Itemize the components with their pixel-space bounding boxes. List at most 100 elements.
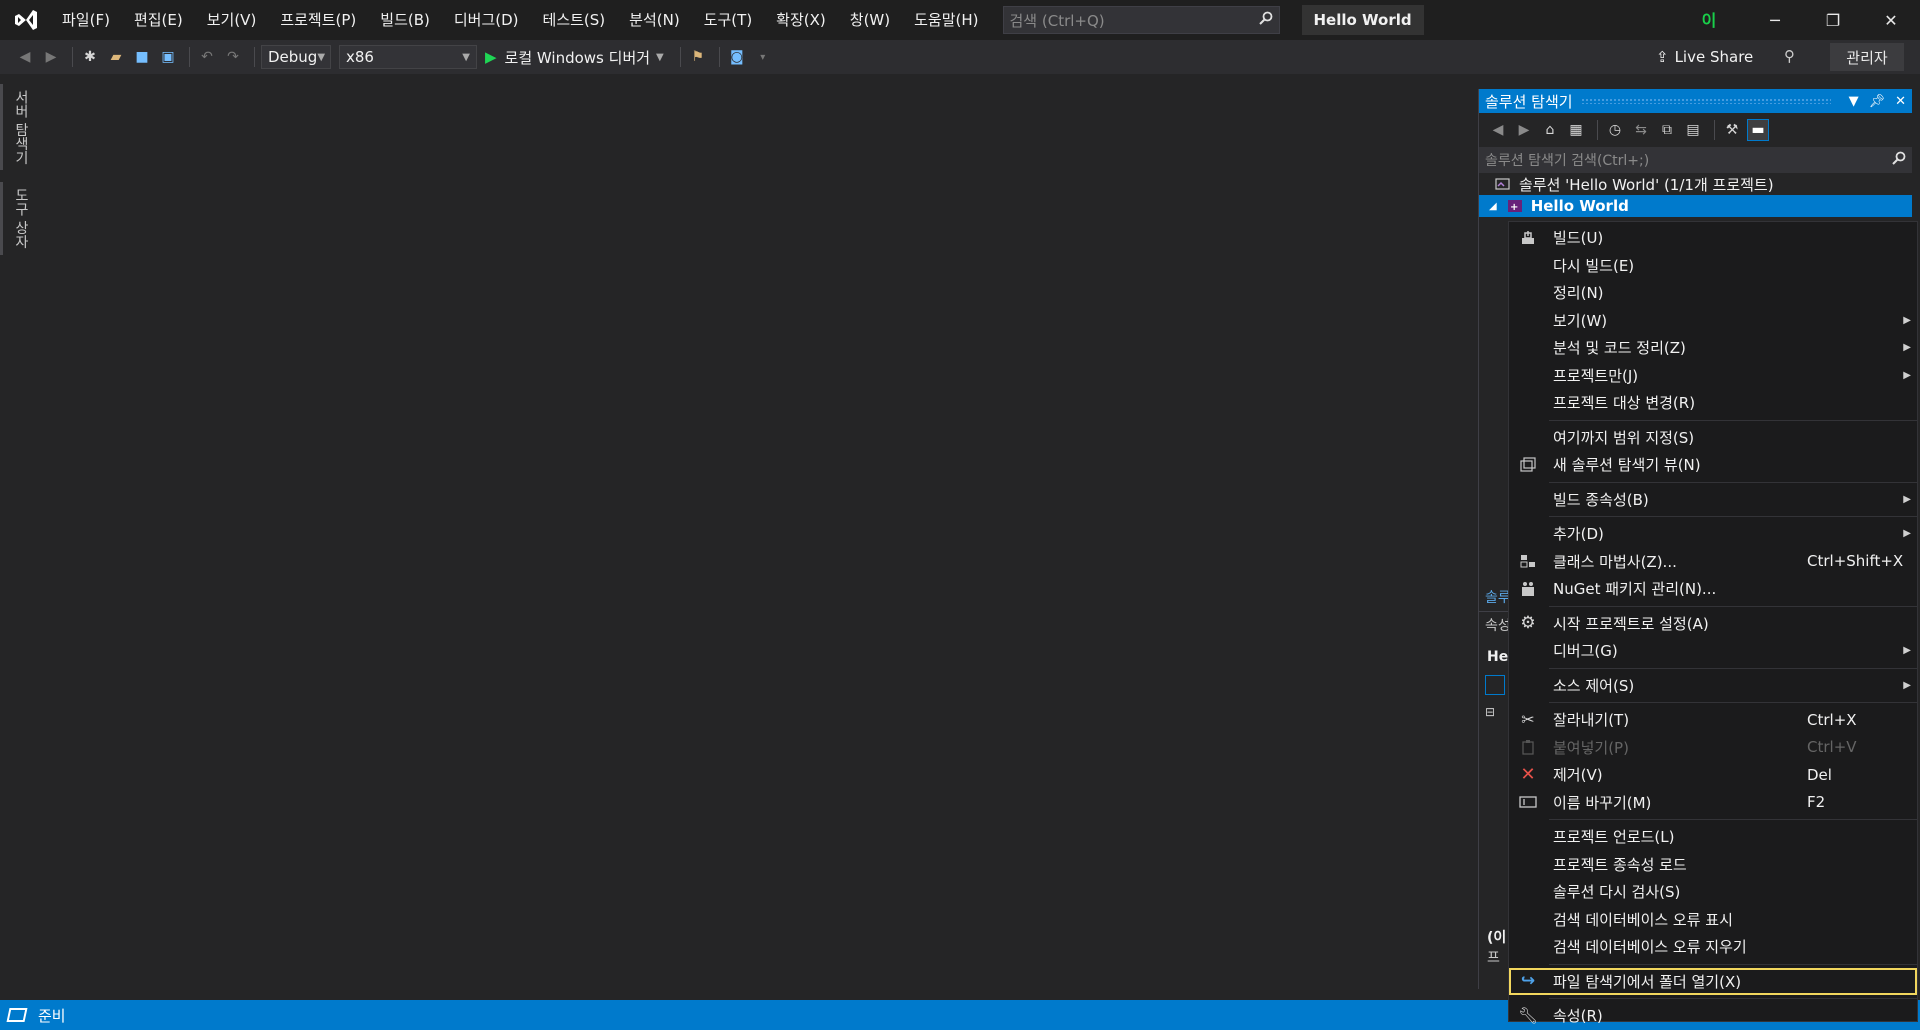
project-label: Hello World [1530,197,1629,215]
context-menu-item-22[interactable]: 솔루션 다시 검사(S) [1509,878,1917,906]
save-icon[interactable]: ■ [131,46,153,68]
context-menu-label: 프로젝트 종속성 로드 [1553,855,1687,874]
menu-item-7[interactable]: 분석(N) [617,0,692,40]
menu-item-4[interactable]: 빌드(B) [368,0,442,40]
back-icon[interactable]: ◀ [1487,119,1509,141]
collapse-all-icon[interactable]: ⧉ [1656,119,1678,141]
solution-explorer-tab-fragment[interactable]: 솔루 [1485,587,1511,607]
menu-item-2[interactable]: 보기(V) [195,0,269,40]
context-menu-label: 검색 데이터베이스 오류 표시 [1553,910,1733,929]
context-menu-item-23[interactable]: 검색 데이터베이스 오류 표시 [1509,906,1917,934]
context-menu-label: 파일 탐색기에서 폴더 열기(X) [1553,972,1742,991]
context-menu-label: 정리(N) [1553,284,1604,303]
context-menu-item-21[interactable]: 프로젝트 종속성 로드 [1509,851,1917,879]
menu-item-5[interactable]: 디버그(D) [442,0,531,40]
header-grip [1580,98,1831,104]
chevron-down-icon[interactable]: ▼ [1849,94,1859,109]
restore-button[interactable]: ❐ [1804,0,1862,40]
context-menu-item-9[interactable]: 빌드 종속성(B) ▶ [1509,486,1917,514]
new-project-icon[interactable]: ✱ [79,46,101,68]
configuration-dropdown[interactable]: Debug ▼ [261,45,331,69]
menu-item-10[interactable]: 창(W) [838,0,902,40]
ready-status-icon [6,1008,28,1022]
context-menu-item-24[interactable]: 검색 데이터베이스 오류 지우기 [1509,933,1917,961]
platform-dropdown[interactable]: x86 ▼ [339,45,477,69]
context-menu-item-4[interactable]: 분석 및 코드 정리(Z) ▶ [1509,334,1917,362]
menu-item-0[interactable]: 파일(F) [50,0,122,40]
gear-icon: ⚙ [1520,613,1536,634]
context-menu-item-2[interactable]: 정리(N) [1509,279,1917,307]
account-avatar[interactable]: 이 [1698,6,1720,32]
close-button[interactable]: ✕ [1862,0,1920,40]
save-all-icon[interactable]: ▣ [157,46,179,68]
close-icon[interactable]: ✕ [1895,94,1906,109]
context-menu-item-7[interactable]: 여기까지 범위 지정(S) [1509,424,1917,452]
context-menu-item-25[interactable]: ↪ 파일 탐색기에서 폴더 열기(X) [1509,967,1917,995]
context-menu-item-12[interactable]: NuGet 패키지 관리(N)... [1509,575,1917,603]
tree-row-project[interactable]: ◢ + Hello World [1479,195,1912,217]
search-input[interactable]: 검색 (Ctrl+Q) [1002,6,1280,34]
show-all-files-icon[interactable]: ▤ [1682,119,1704,141]
sync-icon[interactable]: ⇆ [1630,119,1652,141]
menu-item-1[interactable]: 편집(E) [122,0,195,40]
context-menu-item-0[interactable]: 빌드(U) [1509,224,1917,252]
context-menu-item-18[interactable]: ✕ 제거(V) Del [1509,761,1917,789]
tree-row-solution[interactable]: 솔루션 'Hello World' (1/1개 프로젝트) [1479,173,1912,195]
solution-explorer-search[interactable]: 솔루션 탐색기 검색(Ctrl+;) [1479,147,1912,173]
context-menu-separator [1549,481,1917,483]
forward-icon[interactable]: ▶ [40,46,62,68]
undo-icon[interactable]: ↶ [196,46,218,68]
solution-explorer-header: 솔루션 탐색기 ▼ 📌︎ ✕ [1479,89,1912,113]
wrench-icon[interactable]: ⚒ [1721,119,1743,141]
search-icon [1892,151,1906,169]
menu-item-3[interactable]: 프로젝트(P) [268,0,368,40]
start-debugging-button[interactable]: ▶ 로컬 Windows 디버거 ▼ [485,47,664,68]
context-menu-item-16[interactable]: ✂ 잘라내기(T) Ctrl+X [1509,706,1917,734]
context-menu-item-3[interactable]: 보기(W) ▶ [1509,307,1917,335]
menu-item-8[interactable]: 도구(T) [692,0,764,40]
preview-icon[interactable]: ▬ [1747,119,1769,141]
context-menu-label: 속성(R) [1553,1007,1603,1026]
menu-item-9[interactable]: 확장(X) [764,0,838,40]
platform-value: x86 [346,48,374,66]
redo-icon[interactable]: ↷ [222,46,244,68]
context-menu-item-11[interactable]: 클래스 마법사(Z)... Ctrl+Shift+X [1509,548,1917,576]
browser-link-icon[interactable]: ◙ [726,46,748,68]
categorized-icon[interactable] [1485,675,1505,695]
context-menu-item-6[interactable]: 프로젝트 대상 변경(R) [1509,389,1917,417]
back-icon[interactable]: ◀ [14,46,36,68]
pin-icon[interactable]: 📌︎ [1869,94,1886,109]
forward-icon[interactable]: ▶ [1513,119,1535,141]
server-explorer-tab[interactable]: 서버 탐색기 [0,84,31,171]
expand-arrow-icon[interactable]: ◢ [1489,201,1497,212]
context-menu-item-10[interactable]: 추가(D) ▶ [1509,520,1917,548]
toolbar-overflow-icon[interactable]: ▾ [752,46,774,68]
context-menu-item-1[interactable]: 다시 빌드(E) [1509,252,1917,280]
attach-process-icon[interactable]: ⚑ [687,46,709,68]
menu-item-11[interactable]: 도움말(H) [902,0,990,40]
context-menu-item-5[interactable]: 프로젝트만(J) ▶ [1509,362,1917,390]
switch-views-icon[interactable]: ▦ [1565,119,1587,141]
minimize-button[interactable]: ─ [1746,0,1804,40]
history-icon[interactable]: ◷ [1604,119,1626,141]
wrench-icon: 🔧︎ [1517,1006,1539,1026]
home-icon[interactable]: ⌂ [1539,119,1561,141]
context-menu-item-8[interactable]: 새 솔루션 탐색기 뷰(N) [1509,451,1917,479]
search-icon [1258,11,1273,29]
live-share-button[interactable]: ⇪ Live Share [1656,44,1753,70]
context-menu-item-14[interactable]: 디버그(G) ▶ [1509,637,1917,665]
context-menu-item-26[interactable]: 🔧︎ 속성(R) [1509,1002,1917,1030]
context-menu-item-13[interactable]: ⚙ 시작 프로젝트로 설정(A) [1509,610,1917,638]
open-folder-icon[interactable]: ▰ [105,46,127,68]
open-folder-icon: ↪ [1520,971,1536,992]
context-menu-item-20[interactable]: 프로젝트 언로드(L) [1509,823,1917,851]
toolbox-tab[interactable]: 도구 상자 [0,182,31,255]
context-menu-item-19[interactable]: 이름 바꾸기(M) F2 [1509,789,1917,817]
svg-text:+: + [1510,202,1518,213]
menu-item-6[interactable]: 테스트(S) [531,0,618,40]
collapse-box-icon[interactable]: ⊟ [1485,705,1495,719]
context-menu-separator [1549,667,1917,669]
cpp-project-icon: + [1507,199,1523,213]
feedback-icon[interactable]: ⚲ [1784,47,1795,65]
context-menu-item-15[interactable]: 소스 제어(S) ▶ [1509,672,1917,700]
